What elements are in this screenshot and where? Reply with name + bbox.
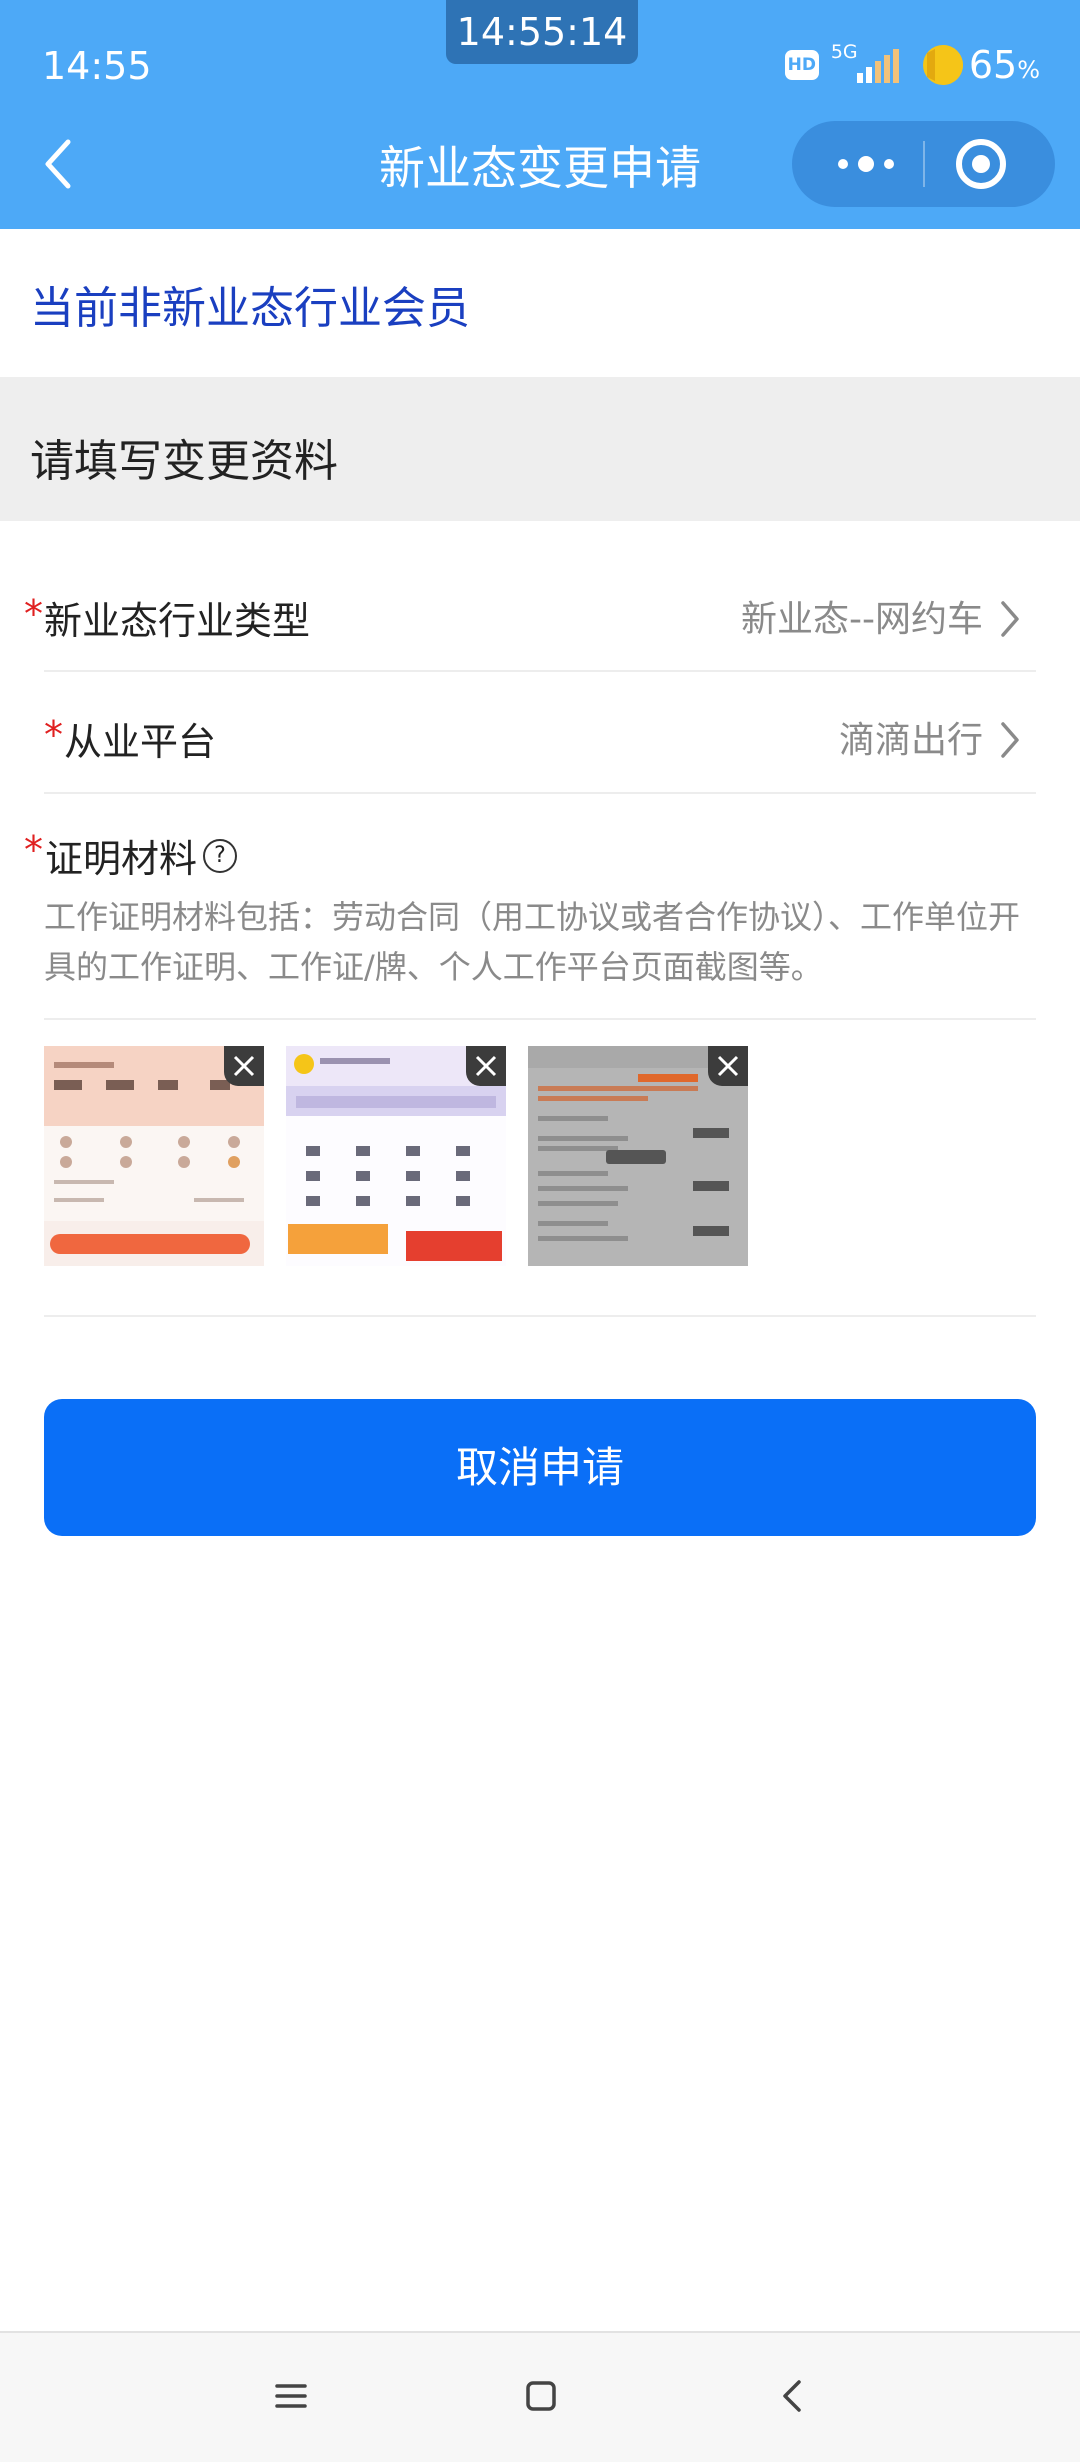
battery-icon (922, 45, 963, 85)
required-mark: * (44, 713, 63, 757)
section-header-title: 请填写变更资料 (30, 436, 338, 487)
close-icon[interactable] (466, 1046, 506, 1086)
platform-value: 滴滴出行 (838, 720, 983, 761)
required-mark: * (24, 827, 43, 872)
divider (44, 670, 1036, 672)
top-bar: 14:55 14:55:14 HD 5G 65% 新业态变更申请 (0, 0, 1080, 229)
proof-title: * 证明材料 ? (24, 827, 238, 883)
close-icon[interactable] (708, 1046, 748, 1086)
mini-program-capsule (792, 121, 1055, 207)
hd-badge: HD (784, 50, 819, 80)
proof-description: 工作证明材料包括：劳动合同（用工协议或者合作协议）、工作单位开具的工作证明、工作… (44, 898, 1021, 986)
signal-icon: 5G (830, 41, 899, 87)
platform-row[interactable]: * 从业平台 滴滴出行 (24, 703, 1035, 823)
attachment-thumbnail[interactable] (44, 1046, 264, 1266)
industry-type-label: 新业态行业类型 (44, 599, 311, 643)
divider (44, 792, 1036, 794)
battery-level: 65% (968, 43, 1040, 87)
status-time: 14:55 (42, 44, 152, 88)
divider (44, 1315, 1036, 1317)
proof-label: 证明材料 (45, 837, 198, 881)
back-triangle-icon[interactable] (770, 2373, 816, 2419)
cancel-application-button[interactable]: 取消申请 (44, 1399, 1036, 1536)
home-square-icon[interactable] (518, 2373, 564, 2419)
chevron-right-icon (1001, 722, 1019, 758)
attachment-thumbnail[interactable] (286, 1046, 506, 1266)
industry-type-value: 新业态--网约车 (741, 599, 983, 640)
required-mark: * (24, 592, 43, 636)
capsule-divider (923, 141, 925, 187)
status-icons: HD 5G 65% (784, 40, 1040, 90)
more-dots-icon[interactable] (826, 121, 906, 207)
clock-overlay: 14:55:14 (446, 0, 638, 64)
section-header: 请填写变更资料 (0, 377, 1080, 521)
attachment-thumbnail[interactable] (528, 1046, 748, 1266)
member-status: 当前非新业态行业会员 (30, 283, 470, 334)
chevron-right-icon (1001, 601, 1019, 637)
platform-label: 从业平台 (64, 720, 217, 764)
network-type: 5G (830, 41, 858, 63)
system-nav-bar (0, 2331, 1080, 2462)
question-circle-icon[interactable]: ? (203, 838, 238, 873)
divider (44, 1018, 1036, 1020)
industry-type-row[interactable]: * 新业态行业类型 新业态--网约车 (24, 582, 1035, 702)
close-icon[interactable] (224, 1046, 264, 1086)
menu-icon[interactable] (268, 2373, 314, 2419)
target-close-icon[interactable] (956, 139, 1006, 189)
